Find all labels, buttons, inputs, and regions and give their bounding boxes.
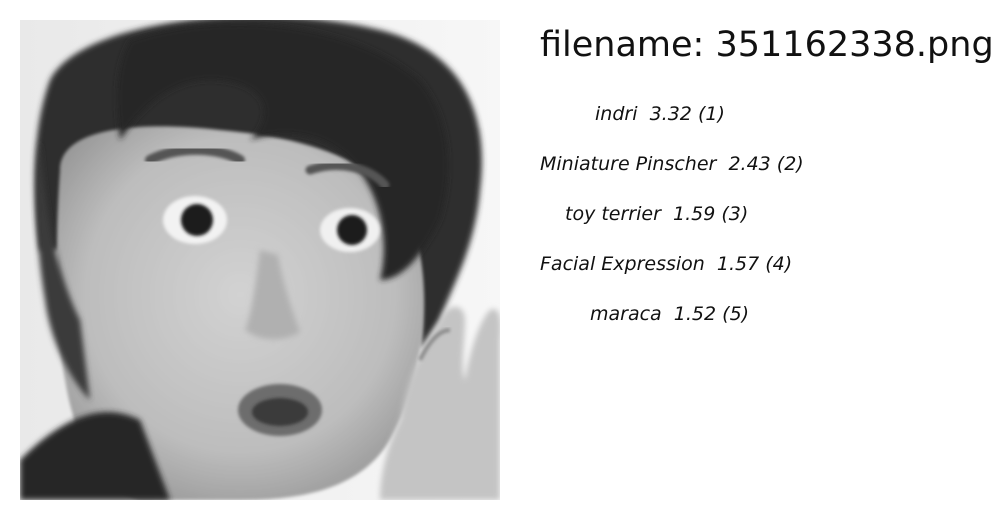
- prediction-item: Miniature Pinscher 2.43 (2): [540, 152, 804, 176]
- prediction-item: toy terrier 1.59 (3): [565, 202, 748, 226]
- prediction-rank: (5): [722, 303, 750, 325]
- prediction-label: maraca: [590, 303, 662, 325]
- prediction-item: maraca 1.52 (5): [590, 302, 749, 326]
- prediction-score: 1.52: [673, 303, 717, 325]
- prediction-score: 1.59: [673, 203, 716, 225]
- filename-value: 351162338.png: [715, 25, 994, 65]
- prediction-score: 2.43: [728, 153, 771, 175]
- prediction-score: 1.57: [716, 253, 760, 275]
- prediction-item: indri 3.32 (1): [595, 102, 725, 126]
- filename-label: filename:: [540, 25, 705, 65]
- prediction-label: Miniature Pinscher: [540, 153, 717, 175]
- prediction-rank: (1): [697, 103, 725, 125]
- prediction-label: Facial Expression: [540, 253, 705, 275]
- prediction-score: 3.32: [649, 103, 692, 125]
- face-photo-graphic: [20, 20, 500, 500]
- prediction-rank: (4): [765, 253, 793, 275]
- prediction-rank: (3): [721, 203, 749, 225]
- prediction-item: Facial Expression 1.57 (4): [540, 252, 792, 276]
- filename-title: filename: 351162338.png: [540, 22, 994, 68]
- prediction-label: toy terrier: [565, 203, 661, 225]
- prediction-rank: (2): [776, 153, 804, 175]
- face-photo: [20, 20, 500, 500]
- prediction-label: indri: [595, 103, 638, 125]
